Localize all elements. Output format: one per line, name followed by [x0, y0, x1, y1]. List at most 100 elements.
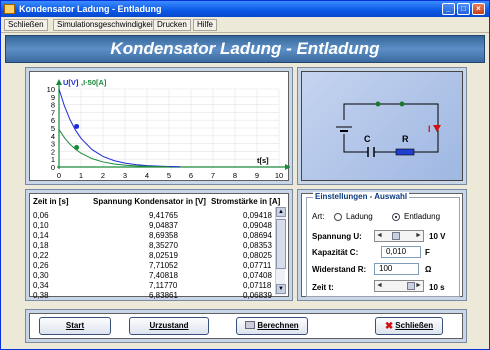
- zeit-label: Zeit t:: [312, 283, 334, 292]
- kapazitaet-input[interactable]: 0,010: [381, 246, 421, 258]
- start-button[interactable]: Start: [39, 317, 111, 335]
- app-window: Kondensator Ladung - Entladung _ □ × Sch…: [0, 0, 490, 350]
- cell-strom: 0,09418: [243, 211, 272, 220]
- y-tick-label: 7: [51, 108, 55, 117]
- x-tick-label: 3: [123, 171, 127, 180]
- y-tick-label: 2: [51, 147, 55, 156]
- zeit-slider[interactable]: ◄ ►: [374, 280, 424, 292]
- x-tick-label: 2: [101, 171, 105, 180]
- menu-hilfe[interactable]: Hilfe: [193, 19, 218, 31]
- x-tick-label: 4: [145, 171, 149, 180]
- table-scrollbar[interactable]: ▲ ▼: [275, 207, 286, 295]
- cell-spannung: 8,02519: [149, 251, 178, 260]
- y-axis-label-i: ,I·50[A]: [81, 78, 107, 87]
- menu-drucken[interactable]: Drucken: [153, 19, 191, 31]
- table-row: 0,38 6,83861 0,06839: [31, 291, 281, 301]
- cell-strom: 0,09048: [243, 221, 272, 230]
- resistor-label: R: [402, 134, 409, 144]
- x-tick-label: 8: [233, 171, 237, 180]
- current-arrow-icon: [433, 125, 441, 132]
- cell-strom: 0,08353: [243, 241, 272, 250]
- y-tick-label: 6: [51, 116, 55, 125]
- app-icon: [4, 4, 15, 14]
- x-tick-label: 6: [189, 171, 193, 180]
- menu-schliessen[interactable]: Schließen: [4, 19, 48, 31]
- close-window-button[interactable]: ×: [472, 3, 485, 15]
- calculate-button[interactable]: Berechnen: [236, 317, 308, 335]
- kapazitaet-unit: F: [425, 248, 430, 257]
- y-tick-label: 9: [51, 93, 55, 102]
- art-label: Art:: [312, 212, 325, 221]
- x-tick-label: 10: [275, 171, 283, 180]
- table-row: 0,10 9,04837 0,09048: [31, 221, 281, 231]
- y-tick-label: 0: [51, 163, 55, 172]
- zeit-value: 10 s: [429, 283, 445, 292]
- spannung-slider[interactable]: ◄ ►: [374, 230, 424, 242]
- table-row: 0,06 9,41765 0,09418: [31, 211, 281, 221]
- ladung-radio[interactable]: [334, 213, 342, 221]
- x-tick-label: 9: [255, 171, 259, 180]
- table-row: 0,26 7,71052 0,07711: [31, 261, 281, 271]
- slider-right-icon[interactable]: ►: [414, 231, 423, 241]
- settings-title: Einstellungen - Auswahl: [313, 192, 410, 201]
- chart-area: 0 1 2 3 4 5 6 7 8 9 10 0 1 2 3 4 5 6 7 8 9 10 U[V] ,I·50[A] t[s]: [29, 71, 290, 181]
- menu-bar: Schließen Simulationsgeschwindigkeit Dru…: [1, 17, 489, 33]
- col-header-zeit: Zeit in [s]: [33, 197, 69, 206]
- col-header-spannung: Spannung Kondensator in [V]: [93, 197, 206, 206]
- widerstand-unit: Ω: [425, 265, 432, 274]
- cell-spannung: 9,04837: [149, 221, 178, 230]
- circuit-diagram: C R I: [301, 71, 463, 181]
- entladung-radio[interactable]: [392, 213, 400, 221]
- scroll-up-icon[interactable]: ▲: [276, 207, 286, 217]
- spannung-label: Spannung U:: [312, 232, 362, 241]
- close-x-icon: ✖: [384, 321, 394, 332]
- table-row: 0,30 7,40818 0,07408: [31, 271, 281, 281]
- close-label: Schließen: [395, 321, 434, 330]
- resistor: [395, 148, 415, 156]
- cell-zeit: 0,06: [33, 211, 49, 220]
- table-row: 0,34 7,11770 0,07118: [31, 281, 281, 291]
- entladung-label[interactable]: Entladung: [404, 212, 440, 221]
- reset-label: Urzustand: [149, 321, 189, 330]
- slider-right-icon[interactable]: ►: [414, 281, 423, 291]
- y-tick-label: 1: [51, 155, 55, 164]
- slider-left-icon[interactable]: ◄: [375, 281, 384, 291]
- series-marker-current: [74, 145, 80, 150]
- circuit-wire-top: [343, 103, 439, 153]
- y-tick-label: 10: [47, 85, 55, 94]
- cell-strom: 0,06839: [243, 291, 272, 300]
- x-axis-arrow-icon: [285, 164, 290, 170]
- spannung-value: 10 V: [429, 232, 446, 241]
- x-tick-label: 0: [57, 171, 61, 180]
- maximize-button[interactable]: □: [457, 3, 470, 15]
- start-label: Start: [65, 321, 85, 330]
- calc-label: Berechnen: [257, 321, 299, 330]
- cell-zeit: 0,34: [33, 281, 49, 290]
- schliessen-button[interactable]: ✖ Schließen: [375, 317, 443, 335]
- scroll-thumb[interactable]: [276, 219, 286, 269]
- cell-zeit: 0,26: [33, 261, 49, 270]
- slider-thumb[interactable]: [392, 232, 400, 240]
- title-bar: Kondensator Ladung - Entladung _ □ ×: [1, 1, 489, 17]
- cell-strom: 0,08694: [243, 231, 272, 240]
- cell-zeit: 0,22: [33, 251, 49, 260]
- ladung-label[interactable]: Ladung: [346, 212, 373, 221]
- capacitor-label: C: [364, 134, 371, 144]
- slider-left-icon[interactable]: ◄: [375, 231, 384, 241]
- series-marker-voltage: [74, 123, 80, 129]
- widerstand-input[interactable]: 100: [374, 263, 419, 275]
- scroll-down-icon[interactable]: ▼: [276, 284, 286, 294]
- cell-spannung: 7,11770: [149, 281, 178, 290]
- cell-spannung: 6,83861: [149, 291, 178, 300]
- widerstand-label: Widerstand R:: [312, 265, 367, 274]
- y-tick-label: 3: [51, 140, 55, 149]
- table-row: 0,22 8,02519 0,08025: [31, 251, 281, 261]
- reset-button[interactable]: Urzustand: [129, 317, 209, 335]
- page-title: Kondensator Ladung - Entladung: [5, 35, 485, 63]
- cell-strom: 0,07408: [243, 271, 272, 280]
- y-axis-arrow-icon: [56, 79, 62, 85]
- cell-strom: 0,07711: [243, 261, 272, 270]
- menu-simulationsgeschwindigkeit[interactable]: Simulationsgeschwindigkeit: [53, 19, 159, 31]
- cell-spannung: 9,41765: [149, 211, 178, 220]
- minimize-button[interactable]: _: [442, 3, 455, 15]
